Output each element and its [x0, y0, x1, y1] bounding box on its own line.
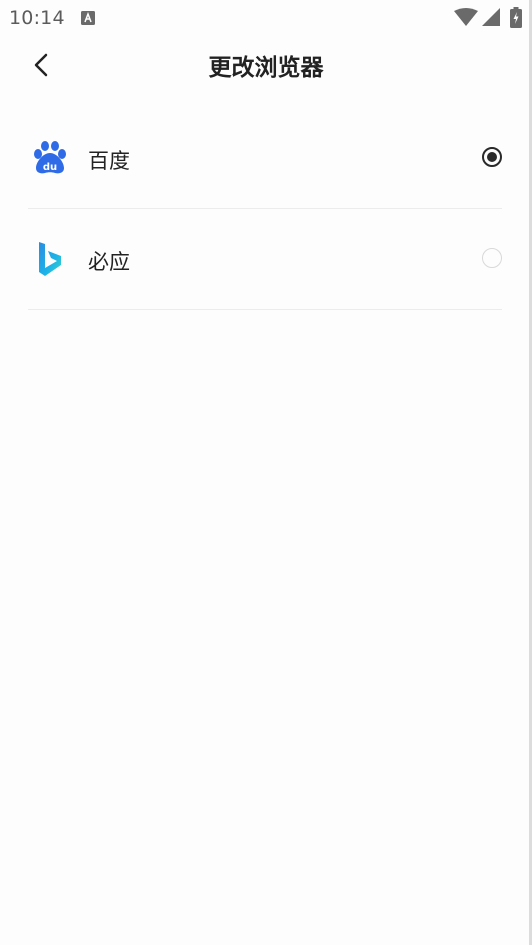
- radio-unchecked[interactable]: [482, 248, 502, 268]
- option-bing[interactable]: 必应: [28, 209, 502, 310]
- page-title: 更改浏览器: [208, 55, 324, 81]
- cell-signal-icon: [482, 8, 500, 26]
- screen: 10:14 更改浏览器 du 百度 必应: [0, 0, 532, 945]
- status-time: 10:14: [9, 7, 65, 29]
- header: 更改浏览器: [0, 36, 532, 94]
- radio-checked[interactable]: [482, 147, 502, 167]
- status-bar: 10:14: [0, 0, 532, 36]
- svg-text:du: du: [43, 162, 57, 173]
- option-label: 百度: [88, 149, 130, 173]
- option-label: 必应: [88, 250, 130, 274]
- bing-logo-icon: [33, 241, 67, 277]
- browser-option-list: du 百度 必应: [28, 108, 502, 310]
- a-notification-icon: [81, 10, 95, 25]
- baidu-logo-icon: du: [33, 140, 67, 176]
- option-baidu[interactable]: du 百度: [28, 108, 502, 209]
- wifi-icon: [454, 8, 478, 26]
- battery-charging-icon: [510, 7, 522, 28]
